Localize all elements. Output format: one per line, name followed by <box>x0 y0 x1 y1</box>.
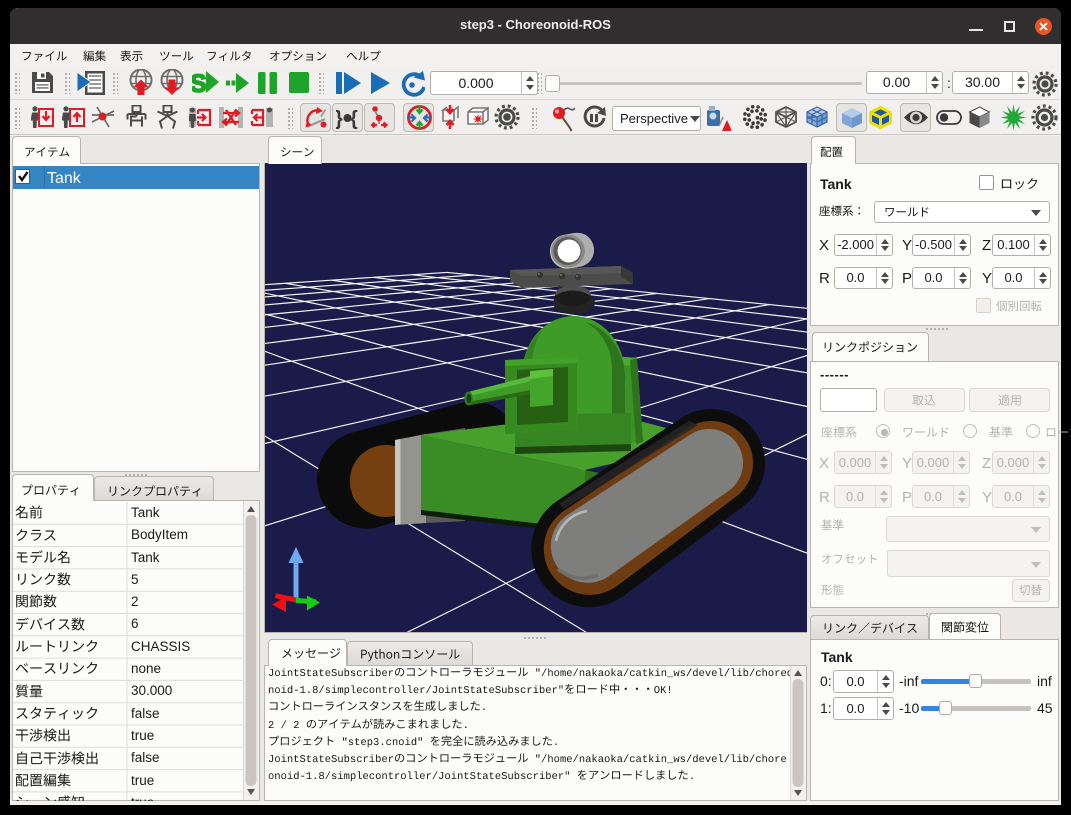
svg-text:S: S <box>192 70 207 96</box>
svg-text:}: } <box>336 108 343 130</box>
